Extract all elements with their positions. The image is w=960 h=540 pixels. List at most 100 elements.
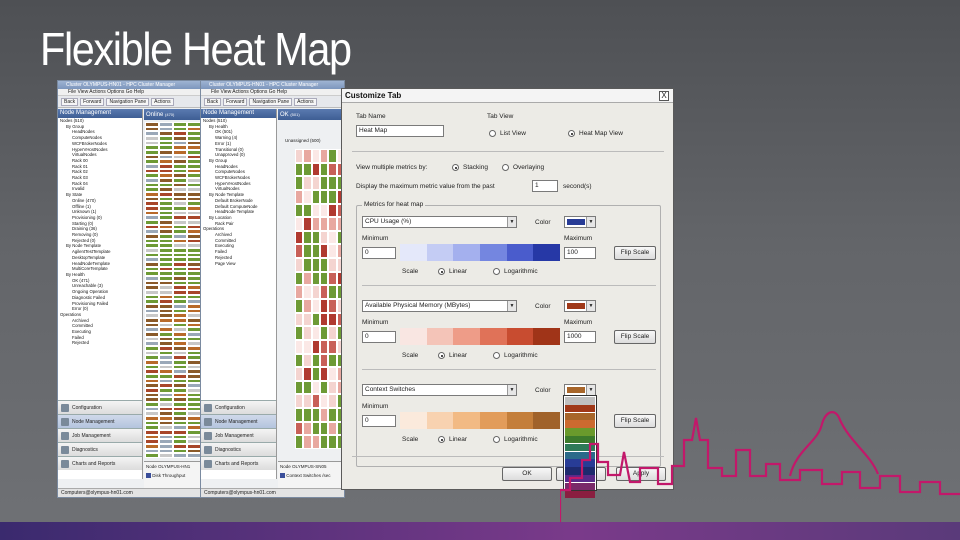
- node-cell[interactable]: [328, 312, 337, 327]
- actions-button[interactable]: Actions: [294, 98, 317, 106]
- node-cell[interactable]: [319, 285, 329, 299]
- node-cell[interactable]: [173, 453, 187, 458]
- node-cell[interactable]: [303, 244, 312, 259]
- menu-bar[interactable]: File View Actions Options Go Help: [58, 89, 202, 96]
- node-cell[interactable]: [328, 203, 337, 218]
- node-cell[interactable]: [187, 453, 201, 458]
- node-cell[interactable]: [311, 326, 320, 340]
- back-button[interactable]: Back: [61, 98, 79, 106]
- node-cell[interactable]: [319, 339, 329, 354]
- node-management-button[interactable]: Node Management: [58, 414, 142, 428]
- node-cell[interactable]: [295, 421, 304, 436]
- node-cell[interactable]: [319, 189, 329, 204]
- back-button[interactable]: Back: [204, 98, 222, 106]
- metric-2-max-input[interactable]: 1000: [564, 331, 596, 343]
- node-cell[interactable]: [295, 367, 304, 381]
- diagnostics-button[interactable]: Diagnostics: [58, 442, 142, 456]
- node-cell[interactable]: [303, 394, 312, 409]
- node-cell[interactable]: [303, 299, 312, 313]
- actions-button[interactable]: Actions: [151, 98, 174, 106]
- ok-button[interactable]: OK: [502, 467, 552, 481]
- node-heatmap-grid[interactable]: [295, 149, 344, 449]
- node-cell[interactable]: [311, 271, 320, 286]
- node-cell[interactable]: [328, 408, 337, 422]
- metric-3-linear-radio[interactable]: [438, 436, 445, 443]
- node-cell[interactable]: [295, 271, 304, 286]
- node-cell[interactable]: [328, 380, 337, 395]
- node-cell[interactable]: [295, 299, 304, 313]
- node-cell[interactable]: [303, 203, 312, 218]
- metric-2-color-picker[interactable]: ▼: [564, 300, 596, 312]
- chevron-down-icon[interactable]: ▼: [586, 301, 595, 311]
- stacking-radio[interactable]: [452, 164, 459, 171]
- metric-3-log-radio[interactable]: [493, 436, 500, 443]
- node-cell[interactable]: [319, 162, 329, 177]
- node-cell[interactable]: [295, 312, 304, 327]
- node-cell[interactable]: [295, 408, 304, 422]
- node-cell[interactable]: [295, 230, 304, 245]
- node-cell[interactable]: [328, 353, 337, 368]
- configuration-button[interactable]: Configuration: [58, 400, 142, 414]
- node-cell[interactable]: [319, 271, 329, 286]
- node-cell[interactable]: [319, 408, 329, 422]
- metric-2-flip-scale-button[interactable]: Flip Scale: [614, 330, 656, 344]
- node-cell[interactable]: [303, 312, 312, 327]
- node-cell[interactable]: [311, 408, 320, 422]
- node-management-button[interactable]: Node Management: [201, 414, 276, 428]
- node-cell[interactable]: [319, 435, 329, 449]
- metric-1-select[interactable]: CPU Usage (%) ▼: [362, 216, 517, 228]
- node-cell[interactable]: [303, 149, 312, 163]
- metric-2-select[interactable]: Available Physical Memory (MBytes) ▼: [362, 300, 517, 312]
- node-cell[interactable]: [328, 176, 337, 190]
- node-cell[interactable]: [319, 244, 329, 259]
- node-cell[interactable]: [295, 149, 304, 163]
- metric-2-linear-radio[interactable]: [438, 352, 445, 359]
- metric-3-min-input[interactable]: 0: [362, 415, 396, 427]
- node-cell[interactable]: [295, 435, 304, 449]
- node-cell[interactable]: [303, 217, 312, 231]
- node-cell[interactable]: [319, 326, 329, 340]
- node-cell[interactable]: [303, 339, 312, 354]
- navigation-pane-button[interactable]: Navigation Pane: [106, 98, 150, 106]
- node-cell[interactable]: [303, 421, 312, 436]
- node-cell[interactable]: [311, 353, 320, 368]
- node-cell[interactable]: [295, 217, 304, 231]
- node-cell[interactable]: [303, 258, 312, 272]
- node-cell[interactable]: [295, 285, 304, 299]
- node-cell[interactable]: [319, 217, 329, 231]
- node-cell[interactable]: [311, 189, 320, 204]
- job-management-button[interactable]: Job Management: [58, 428, 142, 442]
- node-cell[interactable]: [145, 453, 159, 458]
- past-seconds-input[interactable]: 1: [532, 180, 558, 192]
- node-cell[interactable]: [311, 367, 320, 381]
- node-cell[interactable]: [311, 380, 320, 395]
- node-cell[interactable]: [311, 299, 320, 313]
- node-cell[interactable]: [328, 394, 337, 409]
- metric-1-log-radio[interactable]: [493, 268, 500, 275]
- node-cell[interactable]: [295, 162, 304, 177]
- close-icon[interactable]: X: [659, 91, 669, 101]
- node-cell[interactable]: [319, 367, 329, 381]
- node-cell[interactable]: [311, 217, 320, 231]
- node-cell[interactable]: [319, 299, 329, 313]
- metric-1-color-picker[interactable]: ▼: [564, 216, 596, 228]
- charts-and-reports-button[interactable]: Charts and Reports: [201, 456, 276, 470]
- node-cell[interactable]: [303, 353, 312, 368]
- node-cell[interactable]: [295, 380, 304, 395]
- node-cell[interactable]: [319, 394, 329, 409]
- node-cell[interactable]: [319, 203, 329, 218]
- node-cell[interactable]: [319, 230, 329, 245]
- node-cell[interactable]: [311, 203, 320, 218]
- node-cell[interactable]: [319, 353, 329, 368]
- menu-bar[interactable]: File View Actions Options Go Help: [201, 89, 344, 96]
- node-cell[interactable]: [159, 453, 173, 458]
- node-cell[interactable]: [311, 285, 320, 299]
- node-cell[interactable]: [295, 258, 304, 272]
- node-cell[interactable]: [311, 435, 320, 449]
- chevron-down-icon[interactable]: ▼: [507, 385, 516, 395]
- node-cell[interactable]: [328, 421, 337, 436]
- node-cell[interactable]: [295, 189, 304, 204]
- overlaying-radio[interactable]: [502, 164, 509, 171]
- tree-item[interactable]: Page View: [203, 261, 276, 267]
- heat-map-view-radio[interactable]: [568, 130, 575, 137]
